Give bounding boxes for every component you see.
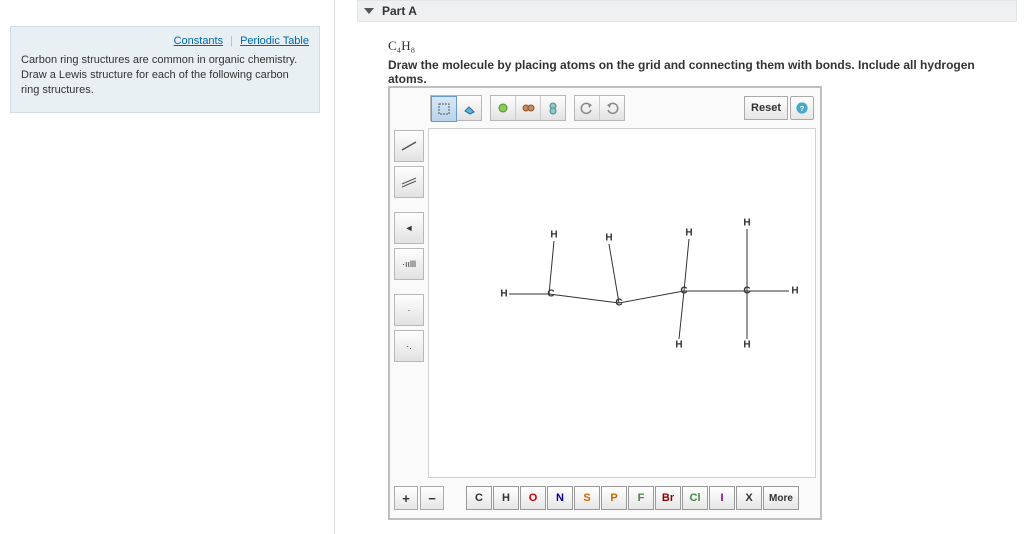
link-separator: | xyxy=(230,35,233,47)
atom-tool-2[interactable] xyxy=(516,96,541,120)
reset-button[interactable]: Reset xyxy=(744,96,788,120)
undo-redo-group xyxy=(574,95,625,121)
instruction-text: Draw the molecule by placing atoms on th… xyxy=(388,58,1008,86)
draw-tool-group xyxy=(430,95,482,121)
more-elements-button[interactable]: More xyxy=(763,486,799,510)
element-br-button[interactable]: Br xyxy=(655,486,681,510)
lone-pair-tool[interactable]: · xyxy=(394,294,424,326)
atom-c[interactable]: C xyxy=(680,286,687,297)
atom-tool-3[interactable] xyxy=(541,96,565,120)
element-h-button[interactable]: H xyxy=(493,486,519,510)
periodic-table-link[interactable]: Periodic Table xyxy=(240,35,309,47)
atom-h[interactable]: H xyxy=(500,289,507,300)
molecule-editor: Reset ? ◄ ·ıılll · ·. xyxy=(388,86,822,520)
atom-c[interactable]: C xyxy=(743,286,750,297)
hash-tool[interactable]: ·ıılll xyxy=(394,248,424,280)
bottom-toolbar: + − C H O N S P F Br Cl I X More xyxy=(394,484,816,512)
atom-h[interactable]: H xyxy=(791,286,798,297)
element-x-button[interactable]: X xyxy=(736,486,762,510)
svg-text:?: ? xyxy=(800,104,805,113)
molecular-formula: C₄H₈ xyxy=(388,38,415,54)
problem-description: Carbon ring structures are common in org… xyxy=(21,53,309,98)
constants-link[interactable]: Constants xyxy=(174,35,224,47)
element-s-button[interactable]: S xyxy=(574,486,600,510)
single-bond-tool[interactable] xyxy=(394,130,424,162)
vertical-divider xyxy=(334,0,335,534)
molecule-drawing: H H H H H H H H C C C C xyxy=(479,199,779,359)
wedge-tool[interactable]: ◄ xyxy=(394,212,424,244)
atom-tool-1[interactable] xyxy=(491,96,516,120)
element-cl-button[interactable]: Cl xyxy=(682,486,708,510)
atom-c[interactable]: C xyxy=(547,289,554,300)
atom-h[interactable]: H xyxy=(685,228,692,239)
redo-button[interactable] xyxy=(600,96,624,120)
atom-tool-group xyxy=(490,95,566,121)
part-header[interactable]: Part A xyxy=(357,0,1017,22)
double-bond-tool[interactable] xyxy=(394,166,424,198)
minus-charge-button[interactable]: − xyxy=(420,486,444,510)
context-panel: Constants | Periodic Table Carbon ring s… xyxy=(10,26,320,113)
reset-help-group: Reset ? xyxy=(744,96,814,120)
part-label: Part A xyxy=(382,4,417,18)
element-c-button[interactable]: C xyxy=(466,486,492,510)
element-o-button[interactable]: O xyxy=(520,486,546,510)
erase-tool-button[interactable] xyxy=(457,96,481,120)
top-toolbar xyxy=(430,94,625,122)
app-root: Constants | Periodic Table Carbon ring s… xyxy=(0,0,1024,534)
atom-h[interactable]: H xyxy=(743,218,750,229)
side-toolbar: ◄ ·ıılll · ·. xyxy=(394,130,424,362)
atom-h[interactable]: H xyxy=(743,340,750,351)
element-n-button[interactable]: N xyxy=(547,486,573,510)
chevron-down-icon xyxy=(364,8,374,14)
atom-h[interactable]: H xyxy=(605,233,612,244)
element-f-button[interactable]: F xyxy=(628,486,654,510)
reference-links: Constants | Periodic Table xyxy=(21,35,309,47)
radical-tool[interactable]: ·. xyxy=(394,330,424,362)
charge-group: + − xyxy=(394,486,444,510)
drawing-canvas[interactable]: H H H H H H H H C C C C xyxy=(428,128,816,478)
plus-charge-button[interactable]: + xyxy=(394,486,418,510)
select-tool-button[interactable] xyxy=(431,96,457,122)
bond-lines xyxy=(479,199,799,369)
element-p-button[interactable]: P xyxy=(601,486,627,510)
atom-h[interactable]: H xyxy=(675,340,682,351)
help-button[interactable]: ? xyxy=(790,96,814,120)
element-i-button[interactable]: I xyxy=(709,486,735,510)
undo-button[interactable] xyxy=(575,96,600,120)
atom-h[interactable]: H xyxy=(550,230,557,241)
atom-c[interactable]: C xyxy=(615,298,622,309)
element-palette: C H O N S P F Br Cl I X More xyxy=(466,486,799,510)
